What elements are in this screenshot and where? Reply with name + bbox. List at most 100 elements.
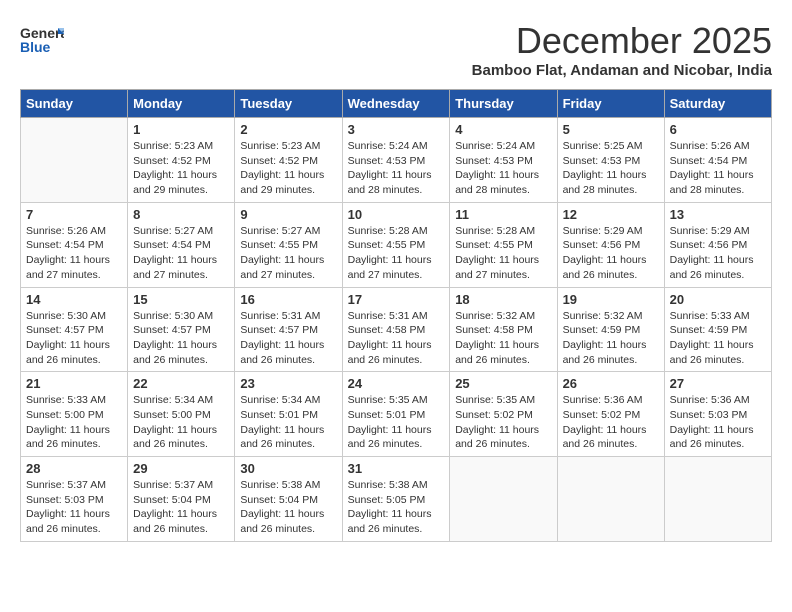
day-info: Sunrise: 5:30 AM Sunset: 4:57 PM Dayligh…: [26, 309, 122, 368]
day-number: 6: [670, 122, 766, 137]
calendar-cell: 6Sunrise: 5:26 AM Sunset: 4:54 PM Daylig…: [664, 118, 771, 203]
calendar-cell: 25Sunrise: 5:35 AM Sunset: 5:02 PM Dayli…: [450, 372, 557, 457]
location: Bamboo Flat, Andaman and Nicobar, India: [472, 62, 772, 79]
day-info: Sunrise: 5:33 AM Sunset: 5:00 PM Dayligh…: [26, 393, 122, 452]
day-info: Sunrise: 5:28 AM Sunset: 4:55 PM Dayligh…: [348, 224, 445, 283]
calendar-week-4: 21 Sunrise: 5:33 AM Sunset: 5:00 PM Dayli…: [21, 372, 772, 457]
day-info: Sunrise: 5:36 AM Sunset: 5:03 PM Dayligh…: [670, 393, 766, 452]
day-info: Sunrise: 5:23 AM Sunset: 4:52 PM Dayligh…: [133, 139, 229, 198]
column-header-friday: Friday: [557, 90, 664, 118]
day-number: 20: [670, 292, 766, 307]
column-header-saturday: Saturday: [664, 90, 771, 118]
day-info: Sunrise: 5:27 AM Sunset: 4:55 PM Dayligh…: [240, 224, 336, 283]
svg-text:Blue: Blue: [20, 39, 51, 55]
calendar-cell: 23 Sunrise: 5:34 AM Sunset: 5:01 PM Dayli…: [235, 372, 342, 457]
calendar-cell: 2 Sunrise: 5:23 AM Sunset: 4:52 PM Daylig…: [235, 118, 342, 203]
calendar-cell: 13Sunrise: 5:29 AM Sunset: 4:56 PM Dayli…: [664, 202, 771, 287]
day-number: 30: [240, 461, 336, 476]
calendar-cell: 28Sunrise: 5:37 AM Sunset: 5:03 PM Dayli…: [21, 457, 128, 542]
day-number: 2: [240, 122, 336, 137]
day-number: 1: [133, 122, 229, 137]
day-info: Sunrise: 5:32 AM Sunset: 4:59 PM Dayligh…: [563, 309, 659, 368]
column-header-wednesday: Wednesday: [342, 90, 450, 118]
logo-icon: General Blue: [20, 20, 64, 56]
calendar-cell: 31 Sunrise: 5:38 AM Sunset: 5:05 PM Dayli…: [342, 457, 450, 542]
calendar-week-2: 7 Sunrise: 5:26 AM Sunset: 4:54 PM Daylig…: [21, 202, 772, 287]
calendar-week-3: 14 Sunrise: 5:30 AM Sunset: 4:57 PM Dayli…: [21, 287, 772, 372]
day-info: Sunrise: 5:35 AM Sunset: 5:01 PM Dayligh…: [348, 393, 445, 452]
day-info: Sunrise: 5:36 AM Sunset: 5:02 PM Dayligh…: [563, 393, 659, 452]
column-header-thursday: Thursday: [450, 90, 557, 118]
day-number: 10: [348, 207, 445, 222]
day-number: 26: [563, 376, 659, 391]
calendar-cell: [664, 457, 771, 542]
day-number: 4: [455, 122, 551, 137]
day-number: 21: [26, 376, 122, 391]
day-number: 16: [240, 292, 336, 307]
calendar-cell: 29Sunrise: 5:37 AM Sunset: 5:04 PM Dayli…: [128, 457, 235, 542]
day-info: Sunrise: 5:25 AM Sunset: 4:53 PM Dayligh…: [563, 139, 659, 198]
calendar-cell: 18Sunrise: 5:32 AM Sunset: 4:58 PM Dayli…: [450, 287, 557, 372]
column-header-monday: Monday: [128, 90, 235, 118]
calendar-table: SundayMondayTuesdayWednesdayThursdayFrid…: [20, 89, 772, 542]
calendar-cell: 24 Sunrise: 5:35 AM Sunset: 5:01 PM Dayli…: [342, 372, 450, 457]
calendar-cell: 3 Sunrise: 5:24 AM Sunset: 4:53 PM Daylig…: [342, 118, 450, 203]
calendar-cell: 22 Sunrise: 5:34 AM Sunset: 5:00 PM Dayli…: [128, 372, 235, 457]
day-info: Sunrise: 5:38 AM Sunset: 5:05 PM Dayligh…: [348, 478, 445, 537]
day-info: Sunrise: 5:37 AM Sunset: 5:04 PM Dayligh…: [133, 478, 229, 537]
calendar-cell: 19 Sunrise: 5:32 AM Sunset: 4:59 PM Dayli…: [557, 287, 664, 372]
day-number: 24: [348, 376, 445, 391]
day-number: 9: [240, 207, 336, 222]
day-number: 14: [26, 292, 122, 307]
day-info: Sunrise: 5:34 AM Sunset: 5:01 PM Dayligh…: [240, 393, 336, 452]
day-number: 12: [563, 207, 659, 222]
day-info: Sunrise: 5:34 AM Sunset: 5:00 PM Dayligh…: [133, 393, 229, 452]
day-info: Sunrise: 5:26 AM Sunset: 4:54 PM Dayligh…: [26, 224, 122, 283]
day-number: 27: [670, 376, 766, 391]
day-number: 7: [26, 207, 122, 222]
calendar-cell: 7 Sunrise: 5:26 AM Sunset: 4:54 PM Daylig…: [21, 202, 128, 287]
calendar-cell: 8 Sunrise: 5:27 AM Sunset: 4:54 PM Daylig…: [128, 202, 235, 287]
calendar-cell: 20 Sunrise: 5:33 AM Sunset: 4:59 PM Dayli…: [664, 287, 771, 372]
calendar-cell: 10 Sunrise: 5:28 AM Sunset: 4:55 PM Dayli…: [342, 202, 450, 287]
day-info: Sunrise: 5:29 AM Sunset: 4:56 PM Dayligh…: [563, 224, 659, 283]
day-number: 17: [348, 292, 445, 307]
day-number: 19: [563, 292, 659, 307]
day-number: 3: [348, 122, 445, 137]
day-info: Sunrise: 5:29 AM Sunset: 4:56 PM Dayligh…: [670, 224, 766, 283]
day-info: Sunrise: 5:31 AM Sunset: 4:57 PM Dayligh…: [240, 309, 336, 368]
month-title: December 2025: [472, 20, 772, 62]
calendar-cell: 12 Sunrise: 5:29 AM Sunset: 4:56 PM Dayli…: [557, 202, 664, 287]
day-number: 25: [455, 376, 551, 391]
day-info: Sunrise: 5:33 AM Sunset: 4:59 PM Dayligh…: [670, 309, 766, 368]
day-info: Sunrise: 5:32 AM Sunset: 4:58 PM Dayligh…: [455, 309, 551, 368]
column-header-sunday: Sunday: [21, 90, 128, 118]
day-info: Sunrise: 5:38 AM Sunset: 5:04 PM Dayligh…: [240, 478, 336, 537]
day-number: 31: [348, 461, 445, 476]
day-info: Sunrise: 5:31 AM Sunset: 4:58 PM Dayligh…: [348, 309, 445, 368]
day-info: Sunrise: 5:24 AM Sunset: 4:53 PM Dayligh…: [455, 139, 551, 198]
day-number: 23: [240, 376, 336, 391]
calendar-cell: 26 Sunrise: 5:36 AM Sunset: 5:02 PM Dayli…: [557, 372, 664, 457]
day-number: 11: [455, 207, 551, 222]
day-number: 28: [26, 461, 122, 476]
calendar-cell: 17 Sunrise: 5:31 AM Sunset: 4:58 PM Dayli…: [342, 287, 450, 372]
day-number: 22: [133, 376, 229, 391]
column-header-tuesday: Tuesday: [235, 90, 342, 118]
day-number: 15: [133, 292, 229, 307]
calendar-cell: 1 Sunrise: 5:23 AM Sunset: 4:52 PM Daylig…: [128, 118, 235, 203]
title-block: December 2025 Bamboo Flat, Andaman and N…: [472, 20, 772, 79]
calendar-cell: 4 Sunrise: 5:24 AM Sunset: 4:53 PM Daylig…: [450, 118, 557, 203]
calendar-cell: 16 Sunrise: 5:31 AM Sunset: 4:57 PM Dayli…: [235, 287, 342, 372]
calendar-cell: [450, 457, 557, 542]
calendar-cell: 5Sunrise: 5:25 AM Sunset: 4:53 PM Daylig…: [557, 118, 664, 203]
calendar-week-1: 1 Sunrise: 5:23 AM Sunset: 4:52 PM Daylig…: [21, 118, 772, 203]
calendar-week-5: 28Sunrise: 5:37 AM Sunset: 5:03 PM Dayli…: [21, 457, 772, 542]
day-info: Sunrise: 5:27 AM Sunset: 4:54 PM Dayligh…: [133, 224, 229, 283]
calendar-cell: 30 Sunrise: 5:38 AM Sunset: 5:04 PM Dayli…: [235, 457, 342, 542]
day-info: Sunrise: 5:23 AM Sunset: 4:52 PM Dayligh…: [240, 139, 336, 198]
day-number: 8: [133, 207, 229, 222]
day-info: Sunrise: 5:28 AM Sunset: 4:55 PM Dayligh…: [455, 224, 551, 283]
calendar-header-row: SundayMondayTuesdayWednesdayThursdayFrid…: [21, 90, 772, 118]
day-info: Sunrise: 5:24 AM Sunset: 4:53 PM Dayligh…: [348, 139, 445, 198]
